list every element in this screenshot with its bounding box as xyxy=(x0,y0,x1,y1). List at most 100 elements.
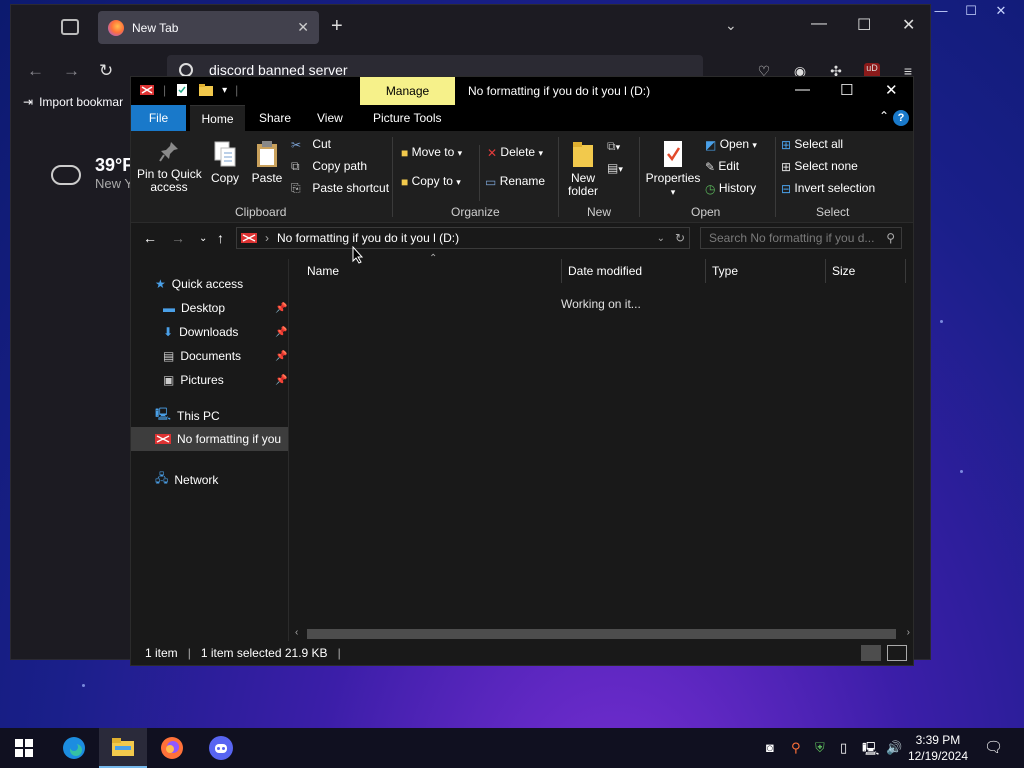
pin-quick-access-button[interactable]: Pin to Quick access xyxy=(137,139,202,194)
security-tray-icon[interactable]: ⛨ xyxy=(815,740,825,756)
nav-downloads[interactable]: ⬇ Downloads 📌 xyxy=(163,325,289,339)
delete-button[interactable]: ✕ Delete ▾ xyxy=(487,145,543,160)
minimize-icon[interactable]: — xyxy=(932,3,950,19)
invert-selection-button[interactable]: ⊟ Invert selection xyxy=(781,181,875,196)
properties-qat-icon[interactable] xyxy=(174,82,190,98)
tab-share[interactable]: Share xyxy=(249,105,301,131)
column-size[interactable]: Size xyxy=(832,259,855,283)
nav-this-pc[interactable]: 🖳 This PC xyxy=(155,405,220,426)
copy-path-button[interactable]: ⧉ Copy path xyxy=(291,159,367,174)
tab-new-tab[interactable]: New Tab ✕ xyxy=(98,11,319,44)
move-to-button[interactable]: ■ Move to ▾ xyxy=(401,145,462,160)
taskbar-firefox[interactable] xyxy=(148,728,196,768)
column-name[interactable]: Name xyxy=(307,259,339,283)
nav-quick-access[interactable]: ★ Quick access xyxy=(155,277,243,291)
tab-home[interactable]: Home xyxy=(190,105,245,131)
column-divider[interactable] xyxy=(705,259,706,283)
column-date-modified[interactable]: Date modified xyxy=(568,259,642,283)
new-folder-button[interactable]: New folder xyxy=(563,139,603,198)
open-button[interactable]: ◩ Open ▾ xyxy=(705,137,757,152)
taskbar-edge[interactable] xyxy=(50,728,98,768)
system-clock[interactable]: 3:39 PM 12/19/2024 xyxy=(908,732,968,764)
history-button[interactable]: ◷ History xyxy=(705,181,756,196)
start-button[interactable] xyxy=(0,728,48,768)
forward-icon[interactable]: → xyxy=(63,61,80,81)
column-divider[interactable] xyxy=(905,259,906,283)
scrollbar-thumb[interactable] xyxy=(307,629,896,639)
forward-icon[interactable]: → xyxy=(171,230,185,246)
column-divider[interactable] xyxy=(561,259,562,283)
network-tray-icon[interactable]: 🖳 xyxy=(862,740,879,762)
customize-qat-icon[interactable]: ▾ xyxy=(222,85,227,96)
nav-documents[interactable]: ▤ Documents 📌 xyxy=(163,349,289,363)
search-tray-icon[interactable]: ⚲ xyxy=(791,740,801,756)
copy-to-button[interactable]: ■ Copy to ▾ xyxy=(401,174,461,189)
nav-pictures[interactable]: ▣ Pictures 📌 xyxy=(163,373,289,387)
select-all-button[interactable]: ⊞ Select all xyxy=(781,137,843,152)
new-folder-qat-icon[interactable] xyxy=(198,82,214,98)
pin-icon[interactable]: 📌 xyxy=(275,327,287,338)
scroll-right-icon[interactable]: › xyxy=(907,627,910,638)
scroll-left-icon[interactable]: ‹ xyxy=(295,627,298,638)
search-box[interactable]: Search No formatting if you d... ⚲ xyxy=(700,227,902,249)
new-tab-icon[interactable]: + xyxy=(331,15,343,38)
nav-desktop[interactable]: ▬ Desktop 📌 xyxy=(163,301,289,315)
windows-logo-icon xyxy=(15,739,33,757)
new-item-button[interactable]: ⧉▾ xyxy=(607,139,620,154)
column-type[interactable]: Type xyxy=(712,259,738,283)
select-none-button[interactable]: ⊞ Select none xyxy=(781,159,858,174)
nav-network[interactable]: 🖧 Network xyxy=(155,469,218,490)
details-view-icon[interactable] xyxy=(861,645,881,661)
close-icon[interactable]: ✕ xyxy=(902,15,915,35)
back-icon[interactable]: ← xyxy=(143,230,157,246)
tab-view[interactable]: View xyxy=(307,105,353,131)
close-icon[interactable]: ✕ xyxy=(992,3,1010,19)
paste-shortcut-button[interactable]: ⎘ Paste shortcut xyxy=(291,181,389,196)
volume-icon[interactable]: 🔊 xyxy=(886,740,902,756)
horizontal-scrollbar[interactable]: ‹ › xyxy=(291,627,914,641)
nav-drive[interactable]: No formatting if you xyxy=(131,427,288,451)
import-bookmarks-link[interactable]: Import bookmar xyxy=(39,95,123,109)
copy-button[interactable]: Copy xyxy=(207,139,243,185)
maximize-icon[interactable]: ☐ xyxy=(857,15,871,35)
maximize-icon[interactable]: ☐ xyxy=(962,3,980,19)
notifications-icon[interactable]: 🗨 xyxy=(984,738,1003,756)
recent-locations-icon[interactable]: ⌄ xyxy=(199,233,207,244)
address-bar[interactable]: › No formatting if you do it you l (D:) … xyxy=(236,227,690,249)
help-icon[interactable]: ? xyxy=(893,110,909,126)
reload-icon[interactable]: ↻ xyxy=(99,61,113,81)
star-icon: ★ xyxy=(155,277,166,291)
search-icon[interactable]: ⚲ xyxy=(886,231,895,245)
refresh-icon[interactable]: ↻ xyxy=(675,231,685,245)
tab-picture-tools[interactable]: Picture Tools xyxy=(363,105,451,131)
back-icon[interactable]: ← xyxy=(27,61,44,81)
pin-icon[interactable]: 📌 xyxy=(275,351,287,362)
large-icons-view-icon[interactable] xyxy=(887,645,907,661)
pin-icon[interactable]: 📌 xyxy=(275,303,287,314)
manage-context-tab[interactable]: Manage xyxy=(360,77,455,105)
minimize-icon[interactable]: — xyxy=(795,81,810,98)
edit-button[interactable]: ✎ Edit xyxy=(705,159,739,174)
up-icon[interactable]: ↑ xyxy=(217,230,224,246)
discord-tray-icon[interactable]: ◙ xyxy=(766,740,774,755)
pin-icon[interactable]: 📌 xyxy=(275,375,287,386)
address-dropdown-icon[interactable]: ⌄ xyxy=(657,233,665,244)
cut-button[interactable]: ✂ Cut xyxy=(291,137,331,152)
tab-file[interactable]: File xyxy=(131,105,186,131)
usb-tray-icon[interactable]: ▯ xyxy=(840,740,847,756)
rename-button[interactable]: ▭ Rename xyxy=(485,174,545,189)
maximize-icon[interactable]: ☐ xyxy=(840,81,853,99)
easy-access-button[interactable]: ▤▾ xyxy=(607,161,623,175)
collapse-ribbon-icon[interactable]: ⌃ xyxy=(879,109,889,123)
properties-button[interactable]: Properties ▾ xyxy=(645,139,701,199)
tab-list-icon[interactable] xyxy=(61,19,79,35)
paste-button[interactable]: Paste xyxy=(249,139,285,185)
column-divider[interactable] xyxy=(825,259,826,283)
chevron-down-icon[interactable]: ⌄ xyxy=(725,17,737,34)
taskbar-file-explorer[interactable] xyxy=(99,728,147,768)
minimize-icon[interactable]: — xyxy=(811,15,827,33)
taskbar-discord[interactable] xyxy=(197,728,245,768)
close-tab-icon[interactable]: ✕ xyxy=(297,19,309,36)
new-folder-label-1: New xyxy=(570,171,595,185)
close-icon[interactable]: ✕ xyxy=(885,81,898,99)
